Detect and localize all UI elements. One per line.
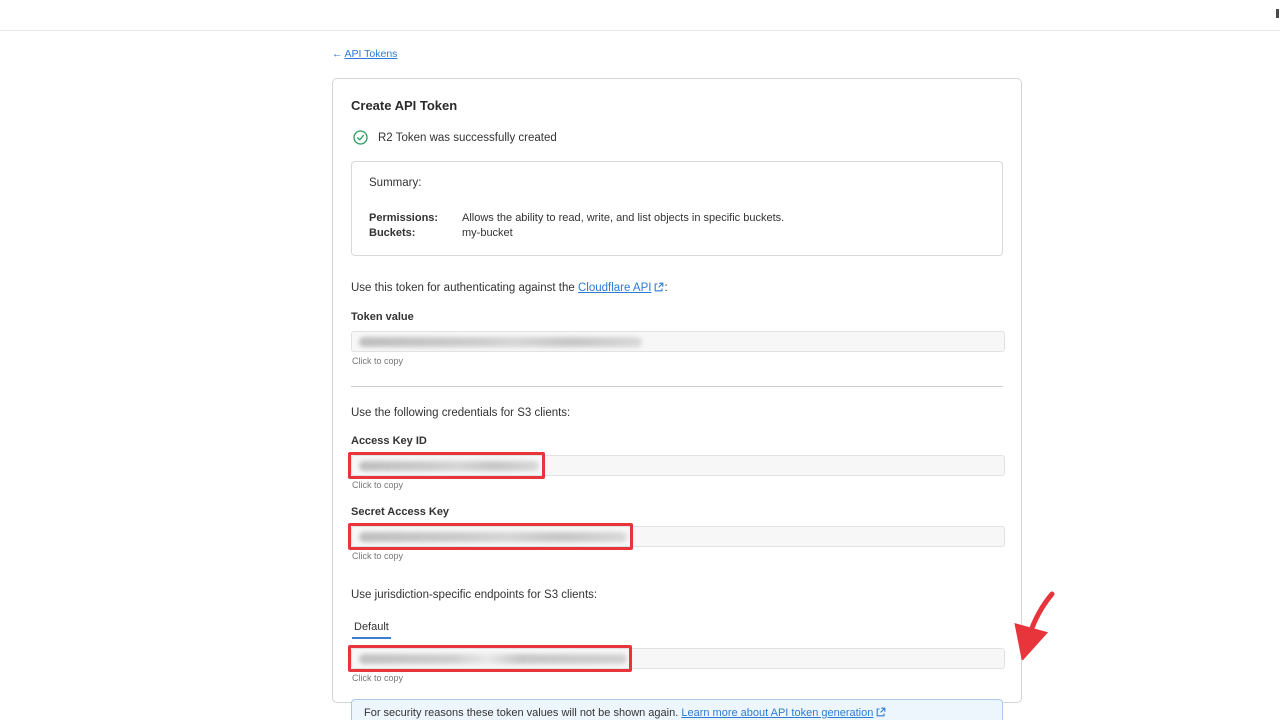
token-value-redacted [359,337,642,347]
summary-row-permissions: Permissions: Allows the ability to read,… [369,211,985,226]
back-arrow-icon: ← [332,48,343,60]
access-key-id-field-wrap [351,455,1003,476]
secret-access-key-input[interactable] [351,526,1005,547]
success-message: R2 Token was successfully created [378,132,557,144]
back-to-api-tokens-link[interactable]: ←API Tokens [332,48,397,60]
page: ←API Tokens Create API Token R2 Token wa… [0,0,1280,720]
token-intro-suffix: : [664,282,667,294]
secret-access-key-redacted [359,532,627,542]
security-notice-text: For security reasons these token values … [364,707,681,719]
page-title: Create API Token [351,98,1003,113]
permissions-label: Permissions: [369,211,462,226]
external-link-icon [876,707,886,720]
endpoint-redacted [359,654,627,664]
s3-intro-text: Use the following credentials for S3 cli… [351,407,1003,419]
create-api-token-card: Create API Token R2 Token was successful… [332,78,1022,703]
jurisdiction-intro-text: Use jurisdiction-specific endpoints for … [351,589,1003,601]
summary-row-buckets: Buckets: my-bucket [369,226,985,241]
success-banner: R2 Token was successfully created [353,130,1003,145]
token-copy-hint: Click to copy [352,356,1003,366]
access-key-copy-hint: Click to copy [352,480,1003,490]
token-intro-text: Use this token for authenticating agains… [351,282,1003,295]
secret-access-key-field-wrap [351,526,1003,547]
access-key-id-redacted [359,461,539,471]
secret-key-copy-hint: Click to copy [352,551,1003,561]
scrollbar-artifact[interactable] [1276,9,1279,18]
token-value-field-wrap [351,331,1003,352]
cloudflare-api-link[interactable]: Cloudflare API [578,282,652,294]
token-intro-prefix: Use this token for authenticating agains… [351,282,578,294]
summary-box: Summary: Permissions: Allows the ability… [351,161,1003,256]
back-link-label: API Tokens [345,48,398,60]
token-value-input[interactable] [351,331,1005,352]
buckets-label: Buckets: [369,226,462,241]
summary-heading: Summary: [369,177,985,189]
learn-more-link[interactable]: Learn more about API token generation [681,707,873,719]
access-key-id-input[interactable] [351,455,1005,476]
divider-1 [351,386,1003,387]
tab-default[interactable]: Default [352,621,391,639]
permissions-value: Allows the ability to read, write, and l… [462,211,784,226]
token-value-label: Token value [351,311,1003,323]
endpoint-field-wrap [351,648,1003,669]
success-check-icon [353,130,368,145]
endpoint-input[interactable] [351,648,1005,669]
security-notice: For security reasons these token values … [351,699,1003,720]
buckets-value: my-bucket [462,226,513,241]
access-key-id-label: Access Key ID [351,435,1003,447]
top-bar [0,0,1280,31]
secret-access-key-label: Secret Access Key [351,506,1003,518]
external-link-icon [654,282,664,295]
endpoint-copy-hint: Click to copy [352,673,1003,683]
